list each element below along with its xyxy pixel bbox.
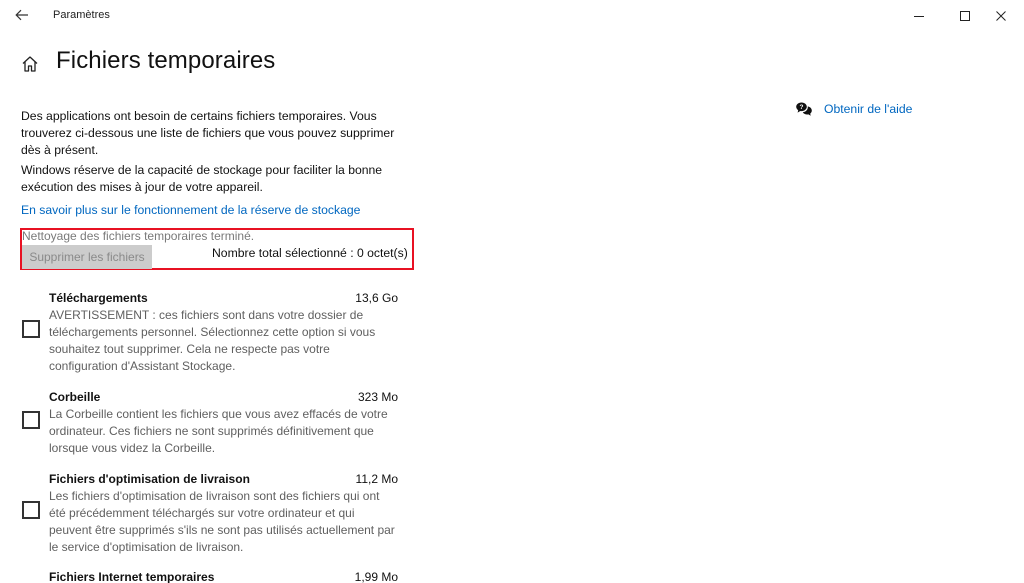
delete-files-button[interactable]: Supprimer les fichiers [22, 245, 152, 269]
page-title: Fichiers temporaires [56, 47, 276, 74]
minimize-icon [914, 15, 924, 17]
item-description: Les fichiers d'optimisation de livraison… [49, 489, 395, 554]
item-checkbox[interactable] [22, 411, 40, 429]
cleanup-status: Nettoyage des fichiers temporaires termi… [22, 229, 255, 243]
svg-text:?: ? [800, 104, 804, 111]
minimize-button[interactable] [896, 0, 942, 31]
list-item: Corbeille 323 Mo La Corbeille contient l… [0, 390, 420, 455]
item-checkbox[interactable] [22, 320, 40, 338]
item-size: 11,2 Mo [355, 472, 398, 486]
item-size: 323 Mo [357, 390, 398, 404]
item-size: 1,99 Mo [354, 570, 398, 583]
item-title: Corbeille [49, 390, 101, 404]
close-button[interactable] [978, 0, 1024, 31]
chat-help-icon[interactable]: ? [795, 101, 813, 117]
description-text: Des applications ont besoin de certains … [21, 109, 395, 157]
item-title: Fichiers d'optimisation de livraison [49, 472, 250, 486]
list-item: Téléchargements 13,6 Go AVERTISSEMENT : … [0, 291, 420, 373]
back-button[interactable] [8, 4, 36, 26]
item-description: AVERTISSEMENT : ces fichiers sont dans v… [49, 308, 376, 373]
item-title: Téléchargements [49, 291, 148, 305]
home-icon[interactable] [20, 54, 40, 74]
get-help-link[interactable]: Obtenir de l'aide [824, 102, 912, 116]
item-size: 13,6 Go [355, 291, 398, 305]
arrow-left-icon [15, 9, 28, 21]
title-bar: Paramètres [0, 0, 1024, 31]
item-title: Fichiers Internet temporaires [49, 570, 215, 583]
learn-more-link[interactable]: En savoir plus sur le fonctionnement de … [21, 203, 360, 217]
item-description: La Corbeille contient les fichiers que v… [49, 407, 388, 455]
maximize-icon [960, 10, 970, 21]
close-icon [996, 10, 1006, 21]
storage-reserve-text: Windows réserve de la capacité de stocka… [21, 163, 383, 194]
window-title: Paramètres [53, 9, 110, 21]
total-selected: Nombre total sélectionné : 0 octet(s) [212, 246, 408, 260]
list-item: Fichiers d'optimisation de livraison 11,… [0, 472, 420, 556]
list-item: Fichiers Internet temporaires 1,99 Mo [0, 570, 420, 583]
item-checkbox[interactable] [22, 501, 40, 519]
